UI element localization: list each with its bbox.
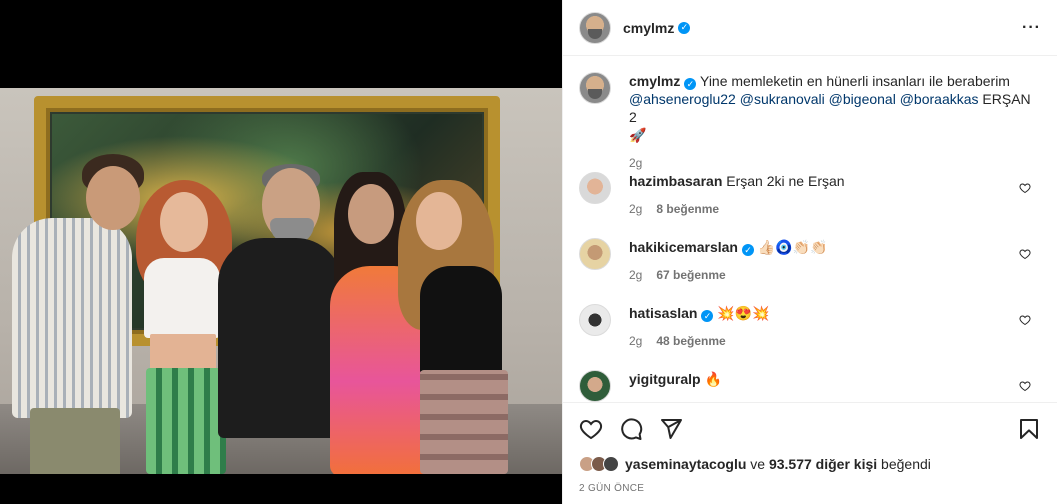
comment-text: 👍🏻🧿👏🏻👏🏻 — [757, 239, 828, 255]
post-caption: cmylmz ✓ Yine memleketin en hünerli insan… — [579, 72, 1041, 172]
comment-like-heart-icon[interactable] — [1019, 248, 1031, 260]
photo-person-2-midriff — [150, 334, 216, 370]
comments-list[interactable]: cmylmz ✓ Yine memleketin en hünerli insan… — [563, 56, 1057, 402]
comment-text: 🔥 — [704, 371, 722, 387]
comment-bubble-icon[interactable] — [619, 417, 643, 441]
photo-person-4-head — [348, 184, 394, 244]
mention-link[interactable]: @boraakkas — [900, 91, 979, 107]
comment-text: Erşan 2ki ne Erşan — [726, 173, 845, 189]
commenter-avatar[interactable] — [579, 304, 611, 336]
comment-like-heart-icon[interactable] — [1019, 314, 1031, 326]
photo-person-5 — [420, 266, 502, 376]
rocket-emoji: 🚀 — [629, 127, 647, 143]
commenter-avatar[interactable] — [579, 370, 611, 402]
author-username[interactable]: cmylmz — [623, 20, 674, 36]
likes-count[interactable]: 93.577 diğer kişi — [769, 456, 877, 472]
caption-username[interactable]: cmylmz — [629, 73, 680, 89]
comment-username[interactable]: hakikicemarslan — [629, 239, 738, 255]
photo-person-5-head — [416, 192, 462, 250]
post-timestamp[interactable]: 2 GÜN ÖNCE — [579, 483, 644, 494]
commenter-avatar[interactable] — [579, 238, 611, 270]
share-paper-plane-icon[interactable] — [659, 417, 683, 441]
verified-badge-icon: ✓ — [678, 21, 691, 34]
post-header: cmylmz ✓ ··· — [563, 0, 1057, 56]
comment-item: hatisaslan ✓ 💥😍💥 2g 48 beğenme — [579, 304, 1041, 370]
like-heart-icon[interactable] — [579, 417, 603, 441]
photo-person-2 — [144, 258, 220, 338]
mention-link[interactable]: @ahseneroglu22 — [629, 91, 736, 107]
post-photo — [0, 88, 562, 474]
verified-badge-icon: ✓ — [741, 244, 754, 256]
likes-suffix: beğendi — [881, 456, 931, 472]
more-options-icon[interactable]: ··· — [1022, 19, 1041, 37]
likes-summary: yaseminaytacoglu ve 93.577 diğer kişi be… — [579, 456, 1041, 472]
comment-text: 💥😍💥 — [717, 305, 770, 321]
author-avatar[interactable] — [579, 11, 611, 44]
comment-likes[interactable]: 8 beğenme — [656, 202, 719, 216]
comment-time: 2g — [629, 268, 643, 282]
comment-item: hazimbasaran Erşan 2ki ne Erşan 2g 8 beğe… — [579, 172, 1041, 238]
comment-username[interactable]: yigitguralp — [629, 371, 701, 387]
photo-person-1-head — [86, 166, 140, 230]
comment-time: 2g — [629, 202, 643, 216]
photo-person-2-head — [160, 192, 208, 252]
caption-text: Yine memleketin en hünerli insanları ile… — [700, 73, 1010, 89]
comment-like-heart-icon[interactable] — [1019, 380, 1031, 392]
photo-person-3 — [218, 238, 342, 438]
mention-link[interactable]: @bigeonal — [829, 91, 896, 107]
likes-conjunction: ve — [750, 456, 766, 472]
comment-likes[interactable]: 67 beğenme — [656, 268, 725, 282]
liker-username[interactable]: yaseminaytacoglu — [625, 456, 746, 472]
comment-time: 2g — [629, 334, 643, 348]
post-actions-bar — [563, 402, 1057, 454]
photo-person-2-pants — [146, 368, 226, 474]
verified-badge-icon: ✓ — [701, 310, 714, 322]
comment-likes[interactable]: 48 beğenme — [656, 334, 725, 348]
comment-item: yigitguralp 🔥 — [579, 370, 1041, 402]
photo-person-1-legs — [30, 408, 120, 474]
caption-avatar[interactable] — [579, 72, 611, 104]
commenter-avatar[interactable] — [579, 172, 611, 204]
post-side-panel: cmylmz ✓ ··· cmylmz ✓ Yine memleketin en … — [562, 0, 1057, 504]
save-bookmark-icon[interactable] — [1017, 417, 1041, 441]
post-media[interactable] — [0, 0, 562, 504]
liker-avatars[interactable] — [579, 456, 619, 472]
comment-username[interactable]: hazimbasaran — [629, 173, 722, 189]
caption-time: 2g — [629, 156, 643, 170]
photo-person-5-skirt — [420, 370, 508, 474]
verified-badge-icon: ✓ — [684, 78, 697, 90]
comment-like-heart-icon[interactable] — [1019, 182, 1031, 194]
comment-item: hakikicemarslan ✓ 👍🏻🧿👏🏻👏🏻 2g 67 beğenme — [579, 238, 1041, 304]
mention-link[interactable]: @sukranovali — [740, 91, 825, 107]
photo-person-1 — [12, 218, 132, 418]
comment-username[interactable]: hatisaslan — [629, 305, 697, 321]
